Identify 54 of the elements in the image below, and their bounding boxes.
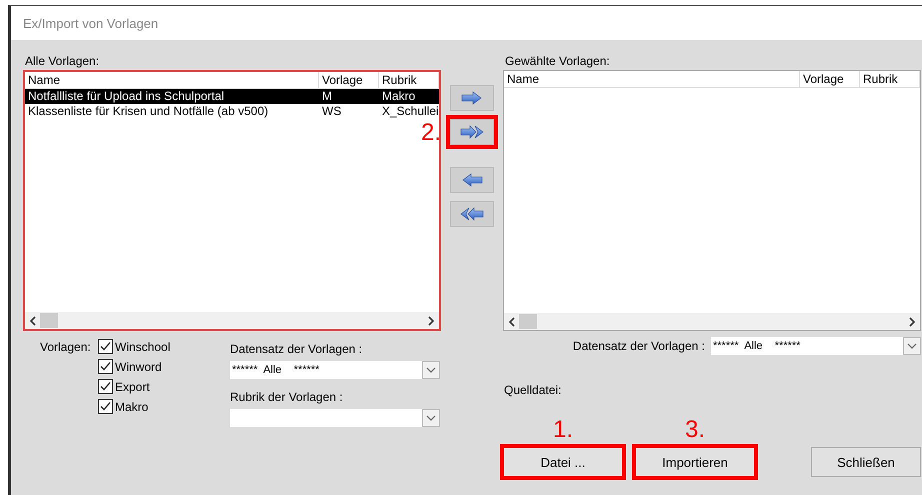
column-header[interactable]: Rubrik <box>860 71 920 87</box>
checkbox[interactable] <box>98 379 113 394</box>
horizontal-scrollbar[interactable] <box>25 312 439 329</box>
step-annotation: 1. <box>552 417 574 443</box>
row-cell-text: Notfallliste für Upload ins Schulportal <box>27 89 226 104</box>
transfer-button[interactable] <box>450 201 494 227</box>
field-label: Datensatz der Vorlagen : <box>572 339 705 353</box>
scroll-right-icon[interactable] <box>427 316 435 326</box>
dialog-button[interactable]: Datei ... <box>503 447 623 477</box>
dialog-button[interactable]: Schließen <box>811 447 921 477</box>
transfer-button[interactable] <box>450 85 494 111</box>
list-label: Gewählte Vorlagen: <box>505 54 610 68</box>
left-arrow-icon <box>460 173 484 187</box>
list-row[interactable]: Notfallliste für Upload ins Schulportal M Makro <box>25 89 439 104</box>
list-row[interactable]: Klassenliste für Krisen und Notfälle (ab v500) WS X_Schullei <box>25 104 439 119</box>
row-cell-text: M <box>321 89 333 104</box>
checkbox[interactable] <box>98 359 113 374</box>
checkbox[interactable] <box>98 399 113 414</box>
step-annotation: 2. <box>420 120 441 146</box>
transfer-button[interactable] <box>450 167 494 193</box>
column-header[interactable]: Name <box>504 71 800 87</box>
dataset-dropdown[interactable]: ****** Alle ****** <box>230 361 440 379</box>
horizontal-scrollbar[interactable] <box>504 313 920 330</box>
scroll-left-icon[interactable] <box>508 316 516 326</box>
column-header[interactable]: Vorlage <box>800 71 860 87</box>
dialog-button[interactable]: Importieren <box>635 447 755 477</box>
filter-label: Vorlagen: <box>40 340 91 354</box>
column-header[interactable]: Rubrik <box>379 72 439 88</box>
scrollbar-thumb[interactable] <box>519 314 537 329</box>
row-cell-text: Makro <box>381 89 416 104</box>
double-left-arrow-icon <box>460 207 484 221</box>
right-arrow-icon <box>460 91 484 105</box>
row-cell-text: WS <box>321 104 342 119</box>
row-cell-text: X_Schullei <box>381 104 439 119</box>
checkbox-label[interactable]: Winword <box>115 360 162 374</box>
window-title: Ex/Import von Vorlagen <box>23 16 158 30</box>
dataset-dropdown[interactable]: ****** Alle ****** <box>711 337 921 355</box>
checkbox-label[interactable]: Export <box>115 380 150 394</box>
checkbox-label[interactable]: Makro <box>115 400 148 414</box>
scroll-left-icon[interactable] <box>29 316 37 326</box>
list-label: Alle Vorlagen: <box>25 54 100 68</box>
field-label: Quelldatei: <box>504 383 562 397</box>
selected-templates-list[interactable]: Name Vorlage Rubrik <box>503 70 921 331</box>
step-annotation: 3. <box>684 417 706 443</box>
double-right-arrow-icon <box>460 125 484 139</box>
scroll-right-icon[interactable] <box>908 316 916 326</box>
scrollbar-thumb[interactable] <box>40 313 58 328</box>
field-label: Rubrik der Vorlagen : <box>230 390 343 404</box>
column-header[interactable]: Name <box>25 72 319 88</box>
checkbox[interactable] <box>98 339 113 354</box>
column-header[interactable]: Vorlage <box>319 72 379 88</box>
row-cell-text: Klassenliste für Krisen und Notfälle (ab v500) <box>27 104 270 119</box>
checkbox-label[interactable]: Winschool <box>115 340 170 354</box>
field-label: Datensatz der Vorlagen : <box>230 342 362 356</box>
